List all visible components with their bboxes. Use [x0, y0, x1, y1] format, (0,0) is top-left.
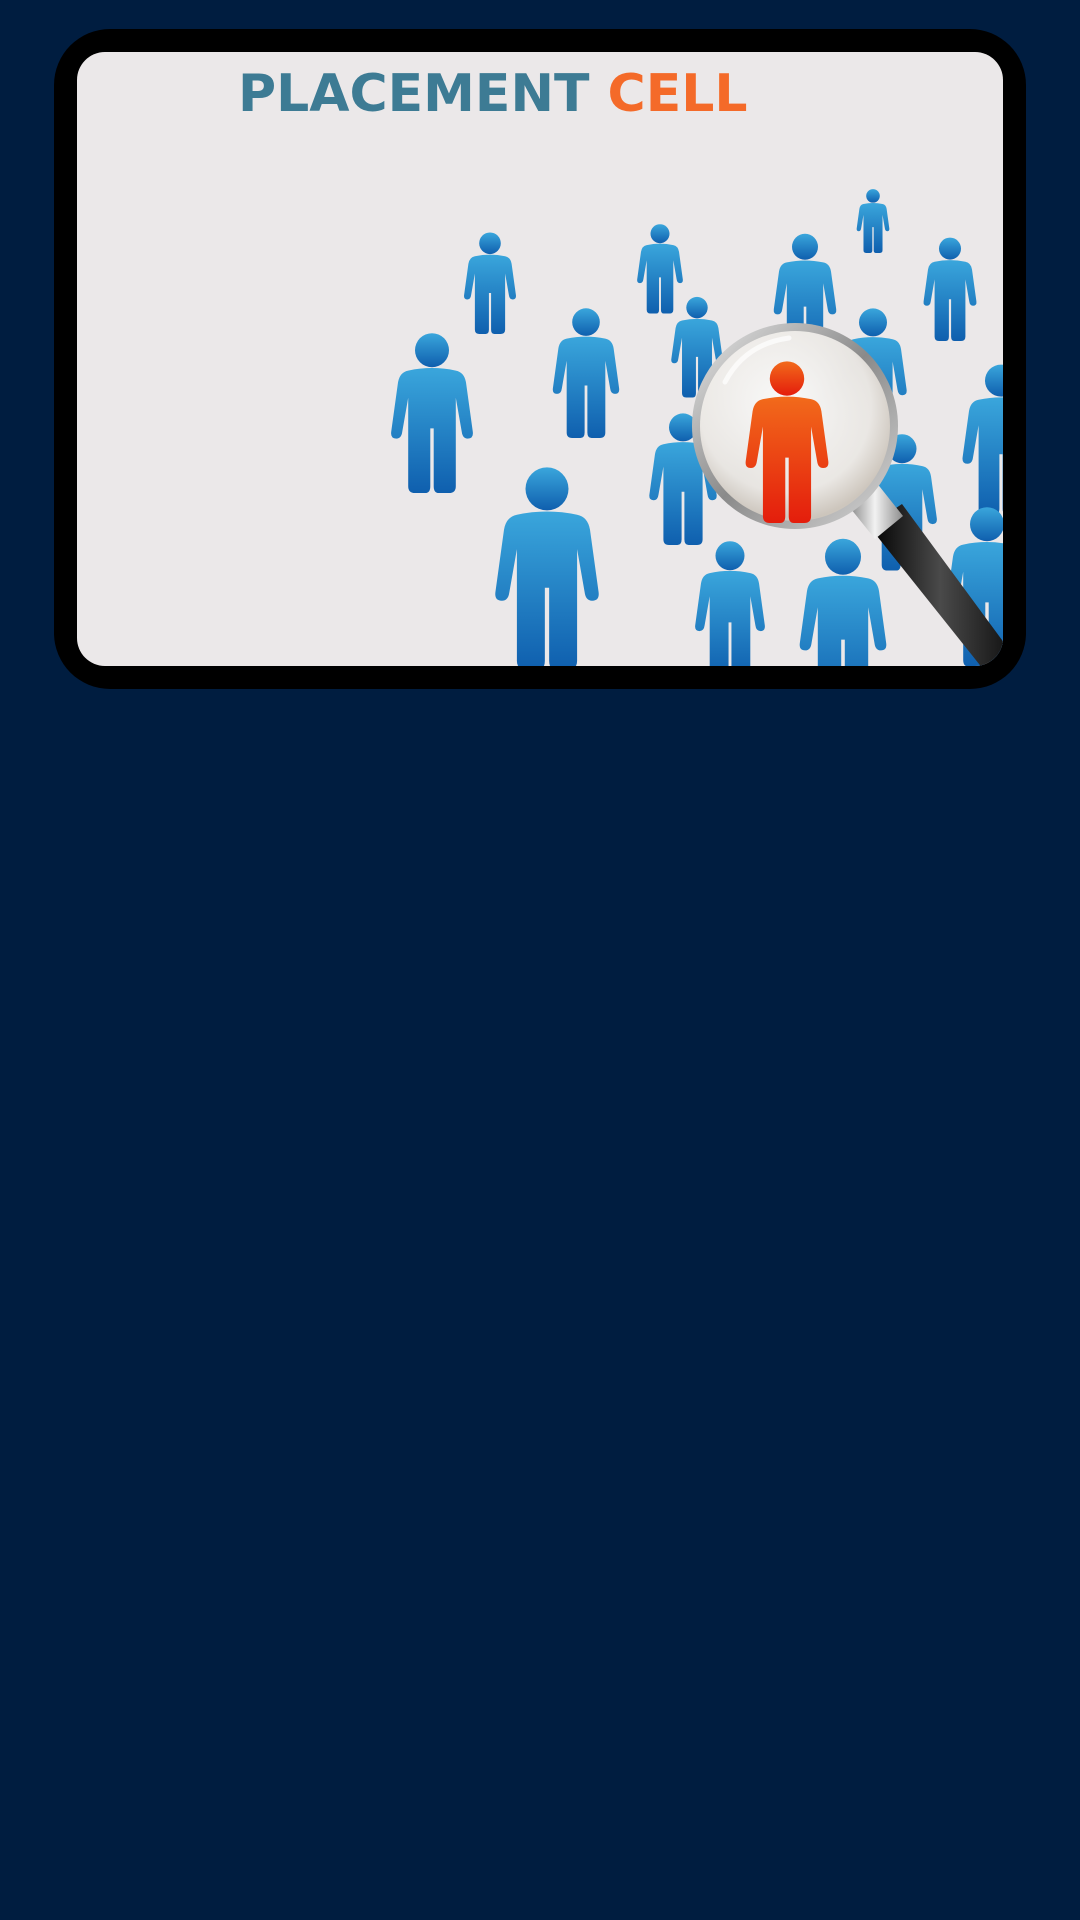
person-icon [637, 224, 683, 314]
person-icon [962, 364, 1003, 515]
people-search-illustration [391, 189, 1003, 666]
person-icon [856, 189, 890, 253]
person-icon [923, 237, 977, 341]
placement-cell-banner: PLACEMENT CELL [77, 52, 1003, 666]
person-icon [799, 538, 887, 666]
banner-frame: PLACEMENT CELL [54, 29, 1026, 689]
person-icon [391, 333, 473, 493]
person-icon [552, 308, 620, 438]
person-icon [464, 232, 516, 334]
person-icon [495, 467, 599, 666]
person-icon [695, 541, 765, 666]
